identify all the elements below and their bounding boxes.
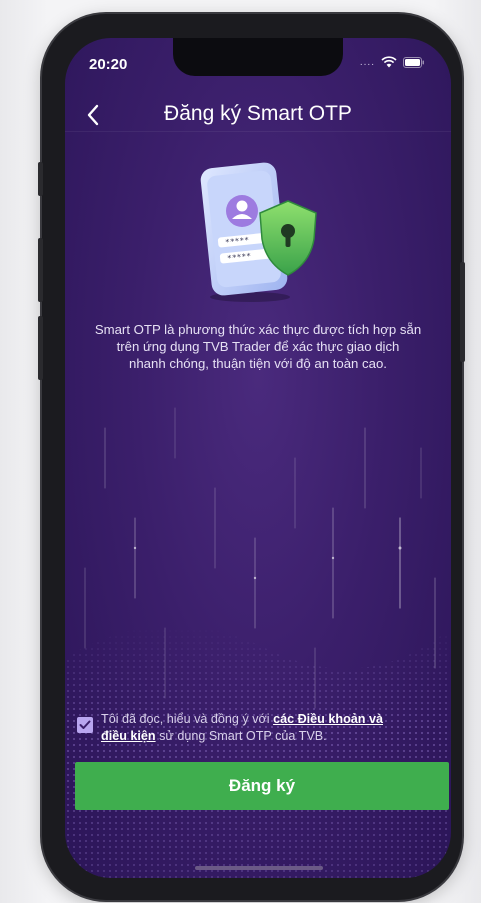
silent-switch — [38, 162, 43, 196]
description-line-1: Smart OTP là phương thức xác thực được t… — [94, 322, 422, 337]
register-button[interactable]: Đăng ký — [75, 762, 449, 810]
battery-icon — [403, 56, 425, 68]
header-divider — [65, 131, 451, 132]
status-time: 20:20 — [89, 56, 128, 73]
terms-link-part-1[interactable]: các Điều khoản và — [273, 712, 383, 726]
description-line-3: nhanh chóng, thuận tiện với độ an toàn c… — [129, 356, 387, 371]
check-icon — [79, 720, 91, 729]
volume-up-button — [38, 238, 43, 302]
status-icons: .... — [360, 56, 425, 68]
app-screen: 20:20 .... Đăng ký Smart OTP ***** *****… — [65, 38, 451, 878]
phone-shield-illustration: ***** ***** — [200, 162, 317, 302]
terms-link-part-2[interactable]: điều kiện — [101, 729, 156, 743]
nav-bar: Đăng ký Smart OTP — [65, 92, 451, 140]
terms-suffix: sử dụng Smart OTP của TVB. — [155, 729, 327, 743]
terms-text: Tôi đã đọc, hiểu và đồng ý với các Điều … — [101, 711, 445, 745]
description-text: Smart OTP là phương thức xác thực được t… — [75, 321, 441, 372]
wifi-icon — [381, 56, 397, 68]
volume-down-button — [38, 316, 43, 380]
terms-checkbox[interactable] — [77, 717, 93, 733]
page-title: Đăng ký Smart OTP — [164, 102, 352, 125]
signal-icon: .... — [359, 56, 375, 68]
notch — [173, 38, 343, 76]
terms-agreement: Tôi đã đọc, hiểu và đồng ý với các Điều … — [77, 711, 443, 751]
power-button — [460, 262, 465, 362]
terms-prefix: Tôi đã đọc, hiểu và đồng ý với — [101, 712, 274, 726]
home-indicator — [195, 866, 323, 870]
description-line-2: trên ứng dụng TVB Trader để xác thực gia… — [116, 339, 400, 354]
